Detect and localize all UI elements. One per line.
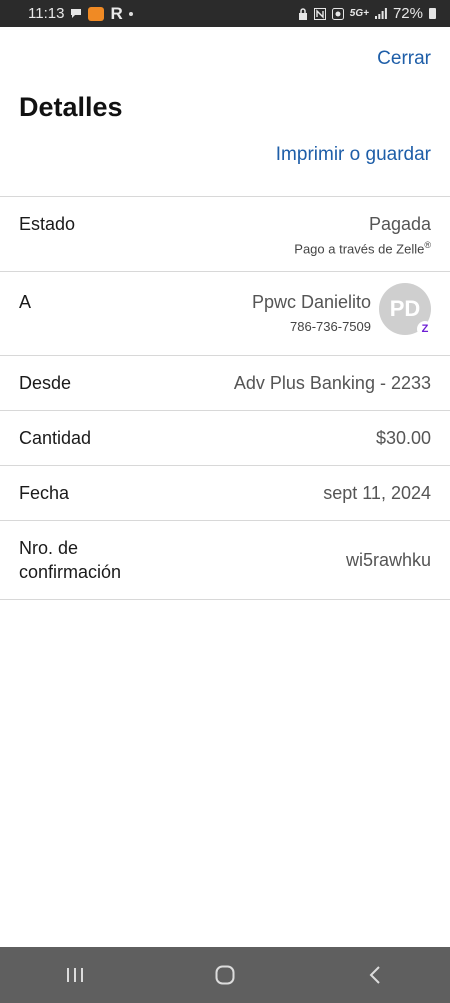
recipient-value-group: Ppwc Danielito 786-736-7509 PD Z [252, 283, 433, 355]
home-icon[interactable] [195, 955, 255, 995]
close-button[interactable]: Cerrar [377, 48, 431, 70]
status-label: Estado [19, 214, 76, 234]
registered-mark-icon: ® [424, 240, 431, 250]
status-bar: 11:13 R 5G+ 72% [0, 0, 450, 27]
r-app-icon: R [110, 3, 123, 23]
from-label: Desde [19, 372, 72, 393]
detail-row-recipient: A Ppwc Danielito 786-736-7509 PD Z [0, 272, 450, 356]
detail-row-date: Fecha sept 11, 2024 [0, 466, 450, 521]
signal-icon [374, 8, 387, 19]
date-label: Fecha [19, 482, 70, 503]
system-nav-bar [0, 947, 450, 1003]
recipient-info: Ppwc Danielito 786-736-7509 [252, 292, 371, 334]
amount-value: $30.00 [375, 427, 431, 448]
from-value: Adv Plus Banking - 2233 [233, 372, 431, 393]
date-value: sept 11, 2024 [323, 482, 431, 503]
back-icon[interactable] [345, 955, 405, 995]
status-bar-right: 5G+ 72% [298, 5, 436, 22]
status-bar-left: 11:13 R [28, 4, 133, 24]
confirmation-label-line2: confirmación [19, 562, 122, 582]
status-value-group: Pagada Pago a través de Zelle® [294, 214, 431, 271]
nfc-icon [313, 7, 326, 20]
mute-icon [331, 7, 344, 20]
amount-label: Cantidad [19, 427, 92, 448]
status-time: 11:13 [28, 5, 65, 22]
detail-row-from: Desde Adv Plus Banking - 2233 [0, 356, 450, 411]
detail-row-status: Estado Pagada Pago a través de Zelle® [0, 197, 450, 272]
lock-icon [298, 7, 308, 20]
detail-row-confirmation: Nro. de confirmación wi5rawhku [0, 521, 450, 600]
confirmation-label-line1: Nro. de [19, 538, 79, 558]
status-subtext-text: Pago a través de Zelle [294, 241, 425, 257]
status-subtext: Pago a través de Zelle® [294, 240, 431, 256]
print-or-save-button[interactable]: Imprimir o guardar [276, 144, 431, 166]
more-notifications-dot-icon [128, 11, 133, 16]
recipient-label: A [19, 292, 32, 312]
recipient-phone: 786-736-7509 [290, 319, 371, 334]
battery-icon [429, 8, 436, 19]
status-value: Pagada [368, 214, 431, 234]
avatar-initials: PD [389, 296, 421, 321]
recents-icon[interactable] [45, 955, 105, 995]
confirmation-value: wi5rawhku [345, 549, 431, 570]
page-title: Detalles [19, 92, 123, 122]
details-list: Estado Pagada Pago a través de Zelle® A … [0, 196, 450, 600]
zelle-badge-icon: Z [417, 321, 433, 337]
chat-bubble-icon [70, 8, 82, 19]
confirmation-label: Nro. de confirmación [19, 536, 121, 584]
recipient-avatar: PD Z [379, 283, 433, 337]
app-notification-icon [88, 6, 105, 21]
battery-percent: 72% [392, 5, 423, 22]
network-type: 5G+ [349, 8, 369, 19]
recipient-name: Ppwc Danielito [251, 292, 371, 312]
detail-row-amount: Cantidad $30.00 [0, 411, 450, 466]
